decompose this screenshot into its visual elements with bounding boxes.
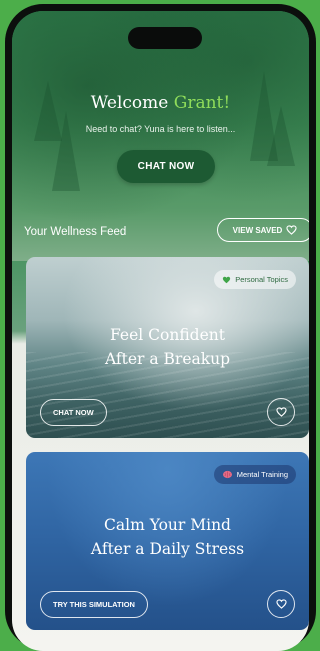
phone-frame: Welcome Grant! Need to chat? Yuna is her… [5,4,316,651]
welcome-prefix: Welcome [90,93,169,113]
chat-prompt-text: Need to chat? Yuna is here to listen... [85,124,236,134]
feed-title: Your Wellness Feed [24,226,127,238]
card-title-line: Feel Confident [110,326,225,344]
topic-tag: Personal Topics [214,270,296,289]
heart-outline-icon [275,407,287,417]
tree-silhouette [52,111,80,191]
view-saved-label: VIEW SAVED [232,225,283,235]
heart-outline-icon [286,225,297,235]
tree-silhouette [267,106,295,166]
card-title: Calm Your Mind After a Daily Stress [26,513,309,561]
topic-tag-label: Personal Topics [235,275,288,284]
wellness-card[interactable]: Personal Topics Feel Confident After a B… [26,257,309,438]
topic-tag-label: Mental Training [236,470,288,479]
favorite-button[interactable] [267,398,295,426]
dynamic-island [128,27,202,49]
card-chat-now-button[interactable]: CHAT NOW [40,399,107,426]
favorite-button[interactable] [267,590,295,618]
app-screen: Welcome Grant! Need to chat? Yuna is her… [12,11,309,651]
heart-outline-icon [275,599,287,609]
topic-tag: Mental Training [213,465,296,484]
card-title: Feel Confident After a Breakup [26,323,309,371]
card-title-line: After a Breakup [104,350,231,368]
brain-icon [222,470,232,479]
card-title-line: Calm Your Mind [104,516,231,534]
chat-now-button[interactable]: CHAT NOW [117,150,215,183]
view-saved-button[interactable]: VIEW SAVED [217,218,309,242]
user-name: Grant! [173,93,231,113]
green-heart-icon [223,276,231,283]
wellness-card[interactable]: Mental Training Calm Your Mind After a D… [26,452,309,630]
try-simulation-button[interactable]: TRY THIS SIMULATION [40,591,148,618]
card-title-line: After a Daily Stress [90,540,245,558]
welcome-heading: Welcome Grant! [12,93,309,113]
